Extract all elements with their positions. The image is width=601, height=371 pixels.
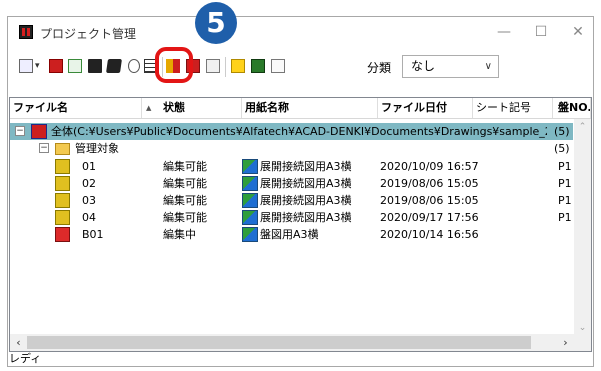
root-path-label: 全体(C:¥Users¥Public¥Documents¥Alfatech¥AC… [51,125,547,138]
app-icon [19,25,33,39]
project-icon [31,124,47,139]
category-select[interactable]: なし ∨ [402,55,499,78]
callout-highlight-box [155,47,193,83]
map-icon [242,227,258,242]
column-header-filename[interactable]: ファイル名 [10,98,142,118]
column-header-board[interactable]: 盤NO. [555,98,591,118]
category-select-value: なし [411,59,436,73]
dropdown-arrow-icon[interactable]: ▾ [35,59,43,73]
filter-label: 分類 [367,61,392,75]
maximize-button[interactable]: ☐ [523,21,559,43]
yellow-drawing-icon [55,210,70,225]
status-bar: レディ [9,352,42,365]
title-bar[interactable]: プロジェクト管理 — ☐ ✕ [8,17,593,47]
scroll-right-icon[interactable]: › [557,334,574,351]
column-header-status[interactable]: 状態 [160,98,242,118]
root-count: (5) [554,125,570,138]
horizontal-scrollbar[interactable]: ‹ › [10,334,574,351]
collapse-icon[interactable]: − [15,126,25,136]
chevron-down-icon: ∨ [484,61,492,72]
scroll-thumb[interactable] [27,336,531,349]
row-paper: 展開接続図用A3横 [260,160,352,173]
print-icon[interactable] [128,59,140,73]
row-board: P1 [558,194,572,207]
row-date: 2020/09/17 17:56 [380,211,479,224]
row-board: P1 [558,160,572,173]
callout-number-badge: 5 [195,2,237,44]
row-filename: 04 [82,211,96,224]
scroll-left-icon[interactable]: ‹ [10,334,27,351]
red-drawing-icon [55,227,70,242]
map-icon [242,176,258,191]
window-title: プロジェクト管理 [40,27,137,41]
row-status: 編集可能 [163,177,207,190]
column-header-paper[interactable]: 用紙名称 [242,98,378,118]
row-filename: 01 [82,160,96,173]
sheet-icon[interactable] [206,59,220,73]
toolbar-separator [225,57,226,77]
row-status: 編集可能 [163,211,207,224]
table-row[interactable]: 01 編集可能 展開接続図用A3横 2020/10/09 16:57 P1 [10,158,573,175]
project-manager-window: プロジェクト管理 — ☐ ✕ ▾ ファイル名 ▲ 状態 用紙名称 ファイル日付 … [7,16,594,367]
row-status: 編集可能 [163,160,207,173]
row-date: 2020/10/14 16:56 [380,228,479,241]
list-header: ファイル名 ▲ 状態 用紙名称 ファイル日付 シート記号 盤NO. [10,98,591,119]
refresh-icon[interactable] [68,59,82,73]
attribute-icon[interactable] [271,59,285,73]
layout-icon[interactable] [251,59,265,73]
row-paper: 展開接続図用A3横 [260,211,352,224]
row-board: P1 [558,211,572,224]
row-filename: 03 [82,194,96,207]
scroll-up-icon[interactable]: ⌃ [574,119,591,136]
row-date: 2019/08/06 15:05 [380,177,479,190]
row-board: P1 [558,177,572,190]
row-paper: 盤図用A3横 [260,228,319,241]
folder-icon [55,143,70,155]
toolbar: ▾ [8,53,593,83]
tree-group-row[interactable]: − 管理対象 (5) [10,140,573,157]
row-paper: 展開接続図用A3横 [260,177,352,190]
project-tree-icon[interactable] [19,59,33,73]
file-list[interactable]: ファイル名 ▲ 状態 用紙名称 ファイル日付 シート記号 盤NO. − 全体(C… [9,97,592,352]
row-status: 編集中 [163,228,196,241]
row-paper: 展開接続図用A3横 [260,194,352,207]
group-label: 管理対象 [75,142,119,155]
yellow-drawing-icon [55,176,70,191]
row-filename: B01 [82,228,104,241]
scrollbar-corner [574,334,591,351]
map-icon [242,193,258,208]
open-project-icon[interactable] [49,59,63,73]
table-row[interactable]: 03 編集可能 展開接続図用A3横 2019/08/06 15:05 P1 [10,192,573,209]
group-count: (5) [554,142,570,155]
minimize-button[interactable]: — [486,21,522,43]
table-row[interactable]: B01 編集中 盤図用A3横 2020/10/14 16:56 [10,226,573,243]
save-icon[interactable] [88,59,102,73]
column-header-sheet-code[interactable]: シート記号 [473,98,553,118]
collapse-icon[interactable]: − [39,143,49,153]
vertical-scrollbar[interactable]: ⌃ ⌄ [574,119,591,337]
row-date: 2020/10/09 16:57 [380,160,479,173]
table-row[interactable]: 02 編集可能 展開接続図用A3横 2019/08/06 15:05 P1 [10,175,573,192]
yellow-drawing-icon [55,159,70,174]
row-status: 編集可能 [163,194,207,207]
sort-ascending-icon: ▲ [146,104,152,112]
close-button[interactable]: ✕ [560,21,596,43]
tree-root-row[interactable]: − 全体(C:¥Users¥Public¥Documents¥Alfatech¥… [10,123,573,140]
row-date: 2019/08/06 15:05 [380,194,479,207]
column-header-date[interactable]: ファイル日付 [378,98,473,118]
copy-icon[interactable] [106,59,122,73]
edit-icon[interactable] [231,59,245,73]
map-icon [242,159,258,174]
row-filename: 02 [82,177,96,190]
map-icon [242,210,258,225]
table-row[interactable]: 04 編集可能 展開接続図用A3横 2020/09/17 17:56 P1 [10,209,573,226]
yellow-drawing-icon [55,193,70,208]
